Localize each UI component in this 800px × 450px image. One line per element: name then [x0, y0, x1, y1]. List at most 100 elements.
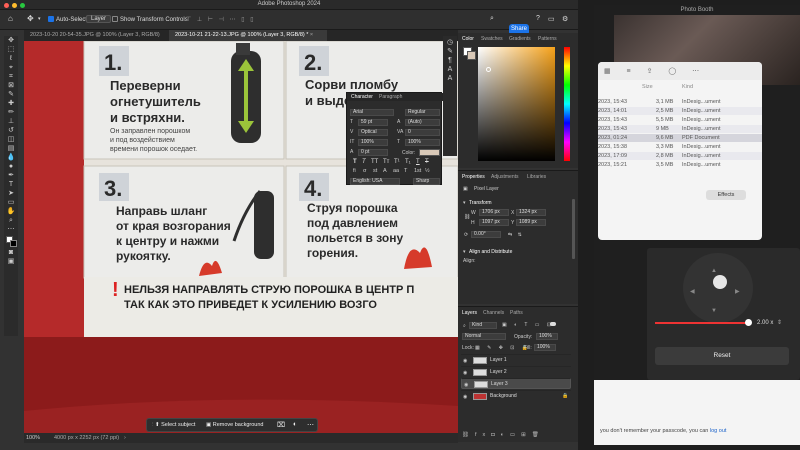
opacity-field[interactable]: 100%	[536, 333, 558, 340]
pen-tool-icon[interactable]: ✒	[4, 171, 18, 180]
doc-tab[interactable]: 2023-10-20 20-54-35.JPG @ 100% (Layer 3,…	[24, 30, 169, 41]
tab-swatches[interactable]: Swatches	[481, 36, 503, 42]
small-caps-button[interactable]: Tт	[383, 159, 394, 165]
file-row[interactable]: 2023, 15:43 5,5 MB InDesig...ument	[598, 116, 762, 124]
gradient-tool-icon[interactable]: ▤	[4, 144, 18, 153]
subscript-button[interactable]: T₁	[405, 159, 416, 165]
properties-scrollbar[interactable]	[572, 199, 575, 259]
logout-link[interactable]: log out	[710, 428, 727, 434]
filter-toggle[interactable]	[550, 322, 556, 326]
align-icons[interactable]: ⊤ ⊥ ⊢ ⊣ ⋯ ▯ ▯	[186, 16, 256, 23]
tab-patterns[interactable]: Patterns	[538, 36, 557, 42]
auto-select-dropdown[interactable]: Layer	[86, 15, 112, 23]
align-chevron-icon[interactable]: ▾	[463, 249, 466, 255]
tab-channels[interactable]: Channels	[483, 310, 504, 316]
width-field[interactable]: 1706 px	[479, 209, 509, 216]
frame-tool-icon[interactable]: ⊠	[4, 81, 18, 90]
tab-paths[interactable]: Paths	[510, 310, 523, 316]
file-row[interactable]: 2023, 15:38 3,3 MB InDesig...ument	[598, 143, 762, 151]
underline-button[interactable]: T	[416, 159, 425, 165]
path-select-icon[interactable]: ➤	[4, 189, 18, 198]
lasso-tool-icon[interactable]: ℓ	[4, 54, 18, 63]
settings-icon[interactable]: ⚙	[562, 15, 568, 23]
new-layer-icon[interactable]: ⊞	[521, 432, 532, 438]
horizontal-scale-field[interactable]: 100%	[405, 139, 440, 146]
speed-slider-thumb[interactable]	[745, 319, 752, 326]
swash-button[interactable]: A	[383, 168, 393, 174]
color-field[interactable]	[478, 47, 555, 161]
transform-icon[interactable]: ⌧	[277, 421, 285, 429]
tab-color[interactable]: Color	[462, 36, 474, 42]
zoom-level[interactable]: 100%	[26, 435, 40, 441]
doc-tab-active[interactable]: 2023-10-21 21-22-13.JPG @ 100% (Layer 3,…	[169, 30, 327, 41]
link-layers-icon[interactable]: ⛓	[462, 432, 475, 438]
glyphs-icon[interactable]: A	[443, 65, 457, 74]
fractions-button[interactable]: ½	[425, 168, 435, 174]
home-icon[interactable]: ⌂	[8, 14, 13, 23]
type-tool-icon[interactable]: T	[4, 180, 18, 189]
tracking-field[interactable]: 0	[405, 129, 440, 136]
visibility-eye-icon[interactable]: ◉	[463, 394, 467, 400]
reset-button[interactable]: Reset	[655, 347, 789, 365]
doc-size-info[interactable]: 4000 px x 2252 px (72 ppi)	[54, 435, 119, 441]
file-row-selected[interactable]: 2023, 01:24 9,6 MB PDF Document	[598, 134, 762, 142]
tab-paragraph[interactable]: Paragraph	[379, 94, 402, 100]
joystick-knob[interactable]	[713, 275, 727, 289]
search-icon[interactable]: ⌕	[490, 15, 494, 23]
quick-mask-icon[interactable]: ◙	[4, 248, 18, 257]
baseline-shift-field[interactable]: 0 pt	[358, 149, 388, 156]
brush-settings-icon[interactable]: ✎	[443, 47, 457, 56]
history-brush-icon[interactable]: ↺	[4, 126, 18, 135]
color-picker-cursor[interactable]	[486, 67, 491, 72]
layer-filter-select[interactable]: Kind	[469, 322, 497, 329]
tab-character[interactable]: Character	[351, 94, 373, 100]
zoom-tool-icon[interactable]: ⌕	[4, 216, 18, 225]
mask-icon[interactable]: ◐	[293, 421, 297, 428]
more-options-icon[interactable]: ⋯	[307, 421, 314, 429]
move-tool-icon[interactable]: ✥	[27, 14, 34, 23]
leading-field[interactable]: (Auto)	[405, 119, 440, 126]
move-tool-icon[interactable]: ✥	[4, 36, 18, 45]
adjustment-layer-icon[interactable]: ◐	[501, 432, 510, 438]
height-field[interactable]: 1097 px	[479, 219, 509, 226]
marquee-tool-icon[interactable]: ⬚	[4, 45, 18, 54]
blend-mode-select[interactable]: Normal	[462, 333, 506, 340]
tab-properties[interactable]: Properties	[462, 174, 485, 180]
visibility-eye-icon[interactable]: ◉	[464, 382, 468, 388]
clone-stamp-icon[interactable]: ⊥	[4, 117, 18, 126]
tab-adjustments[interactable]: Adjustments	[491, 174, 519, 180]
layer-row[interactable]: ◉ Layer 2	[461, 366, 571, 377]
dodge-tool-icon[interactable]: ●	[4, 162, 18, 171]
object-select-icon[interactable]: ⌖	[4, 63, 18, 72]
paragraph-panel-icon[interactable]: ¶	[443, 56, 457, 65]
speed-slider-track[interactable]	[655, 322, 750, 324]
history-panel-icon[interactable]: ◷	[443, 38, 457, 47]
blur-tool-icon[interactable]: 💧	[4, 153, 18, 162]
x-field[interactable]: 1324 px	[516, 209, 546, 216]
all-caps-button[interactable]: TT	[371, 159, 383, 165]
layer-filter-icons[interactable]: ▣ ◐ T ▭ ⊡	[502, 322, 554, 328]
more-tools-icon[interactable]: ⋯	[4, 225, 18, 234]
tab-gradients[interactable]: Gradients	[509, 36, 531, 42]
angle-field[interactable]: 0.00°	[471, 231, 501, 238]
file-row[interactable]: 2023, 15:43 3,1 MB InDesig...ument	[598, 98, 762, 106]
size-column-header[interactable]: Size	[642, 84, 653, 90]
superscript-button[interactable]: T¹	[394, 159, 405, 165]
hue-slider[interactable]	[564, 47, 570, 161]
link-icon[interactable]: ⛓	[464, 214, 470, 220]
eraser-icon[interactable]: ◫	[4, 135, 18, 144]
delete-layer-icon[interactable]: 🗑	[532, 432, 545, 438]
help-icon[interactable]: ?	[536, 15, 540, 22]
ligatures-button[interactable]: fi	[353, 168, 363, 174]
ordinals-button[interactable]: 1st	[414, 168, 425, 174]
stylistic-alternates-button[interactable]: aa	[393, 168, 404, 174]
discretionary-ligatures-button[interactable]: st	[373, 168, 383, 174]
layer-row-selected[interactable]: ◉ Layer 3	[461, 378, 571, 389]
healing-brush-icon[interactable]: ✚	[4, 99, 18, 108]
new-group-icon[interactable]: ▭	[510, 432, 521, 438]
character-panel-icon[interactable]: A	[443, 74, 457, 83]
kerning-field[interactable]: Optical	[358, 129, 388, 136]
color-swatches[interactable]	[4, 234, 18, 248]
file-row[interactable]: 2023, 17:09 2,8 MB InDesig...ument	[598, 152, 762, 160]
text-color-swatch[interactable]	[419, 149, 440, 156]
